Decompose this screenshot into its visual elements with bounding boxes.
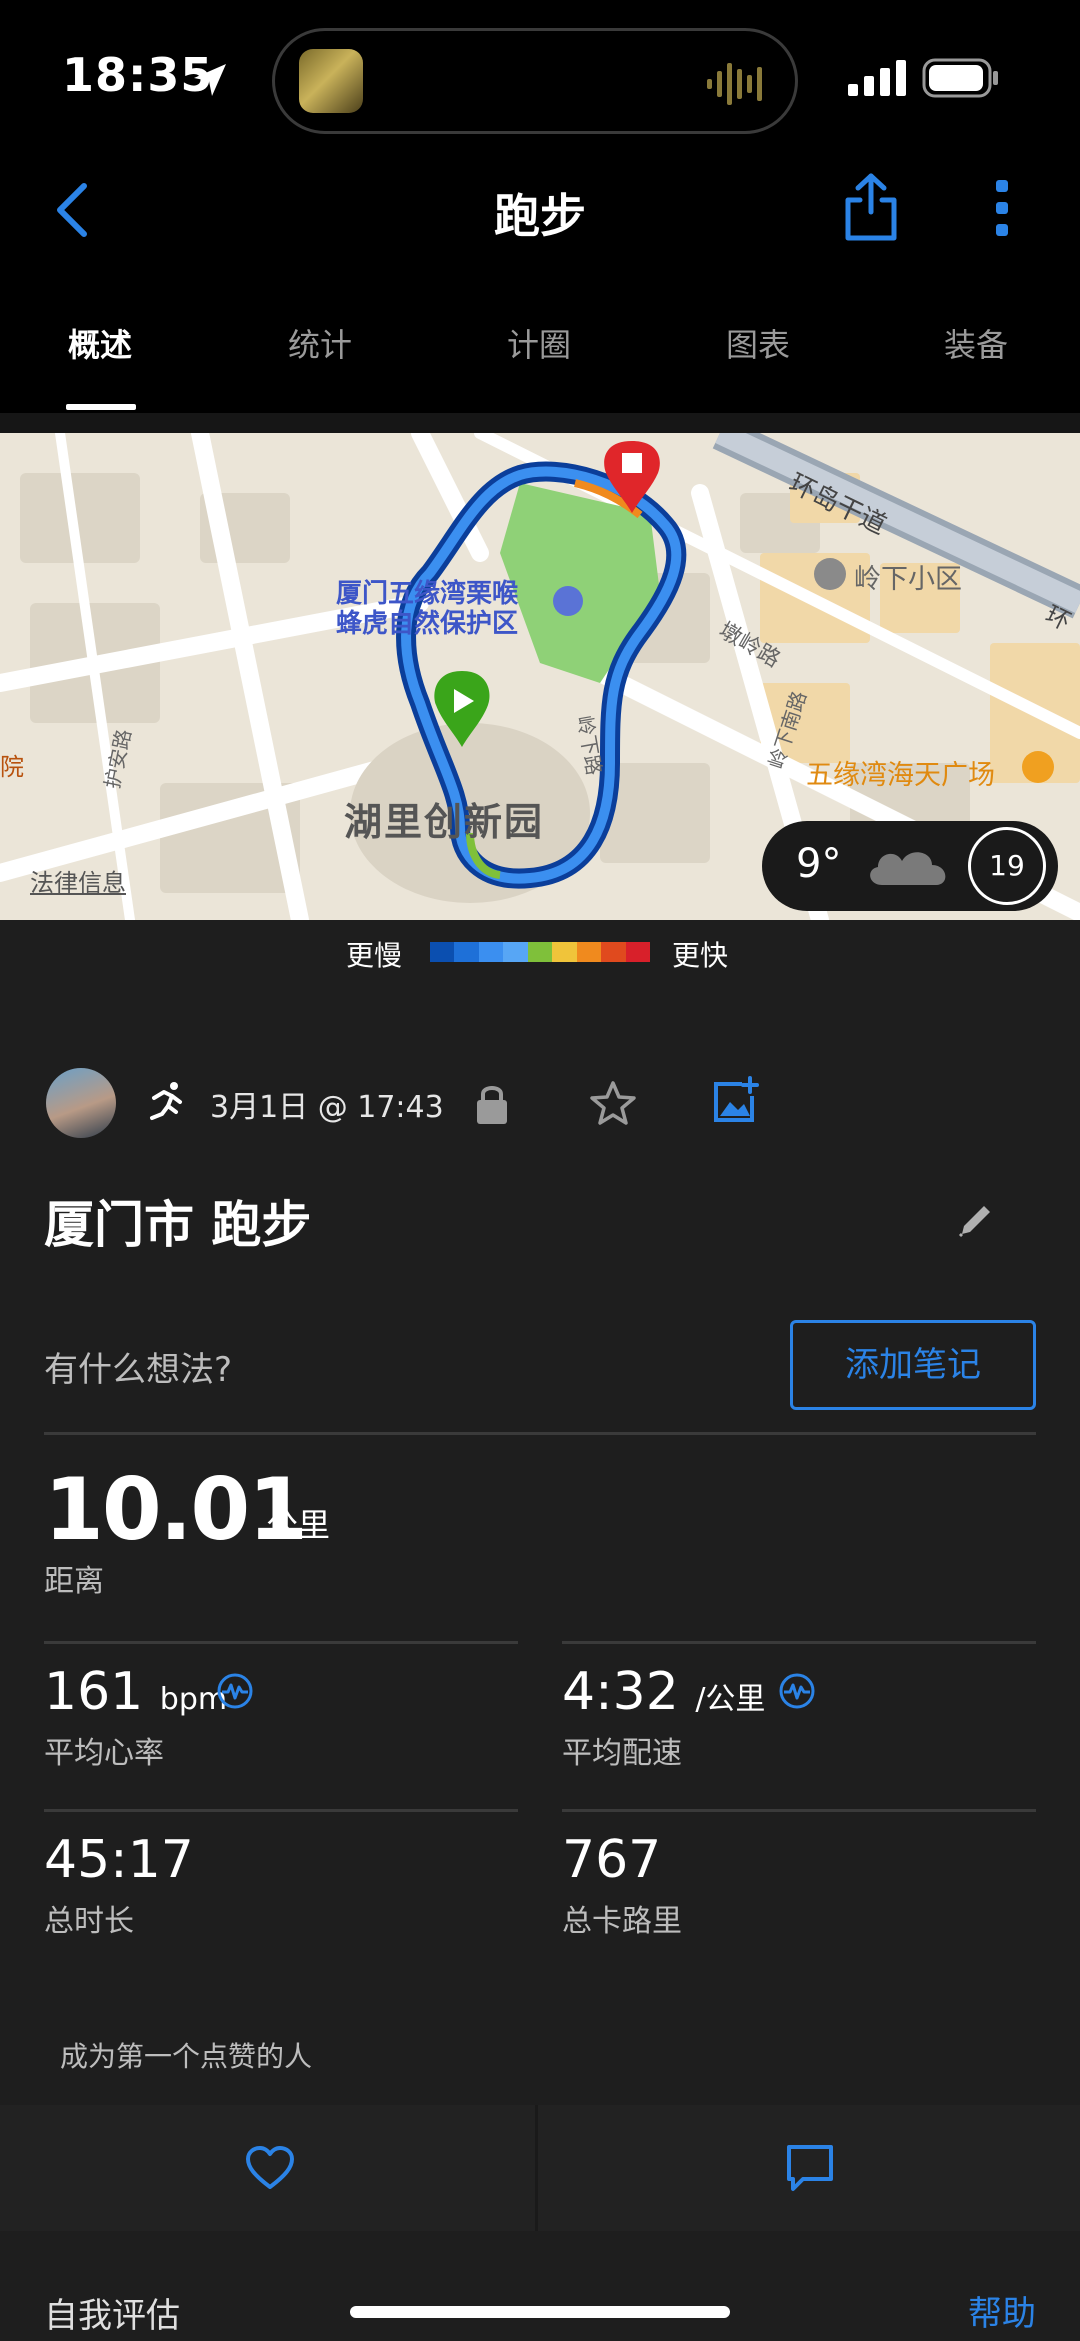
page-title: 跑步: [494, 189, 586, 243]
divider: [562, 1641, 1036, 1644]
activity-date: 3月1日 @ 17:43: [210, 1090, 444, 1125]
running-icon: [150, 1082, 182, 1120]
self-evaluation-heading: 自我评估: [44, 2296, 180, 2336]
legend-swatch: [454, 942, 479, 962]
map-label-park: 厦门五缘湾栗喉 蜂虎自然保护区: [336, 579, 519, 639]
share-icon[interactable]: [842, 172, 900, 242]
calories-label: 总卡路里: [562, 1904, 682, 1939]
tab-stats[interactable]: 统计: [288, 320, 352, 366]
legend-swatch: [430, 942, 455, 962]
now-playing-artwork: [299, 49, 363, 113]
pace-stat: 4:32 /公里: [562, 1662, 765, 1722]
pace-value: 4:32: [562, 1662, 679, 1722]
likes-text: 成为第一个点赞的人: [60, 2040, 313, 2073]
legal-info-link[interactable]: 法律信息: [30, 863, 126, 898]
legend-swatch: [601, 942, 626, 962]
heart-icon: [246, 2146, 294, 2189]
more-vertical-icon[interactable]: [994, 178, 1010, 238]
home-indicator[interactable]: [350, 2306, 730, 2318]
tab-gear[interactable]: 装备: [944, 320, 1008, 366]
tab-overview[interactable]: 概述: [68, 320, 132, 366]
battery-icon: [922, 58, 998, 98]
legend-swatch: [625, 942, 650, 962]
speed-legend: 更慢 更快: [0, 920, 1080, 990]
lock-icon[interactable]: [474, 1082, 510, 1126]
legend-fast-label: 更快: [672, 939, 729, 972]
comment-icon: [787, 2145, 833, 2191]
section-divider: [0, 413, 1080, 433]
legend-swatch: [478, 942, 504, 962]
legend-swatch: [527, 942, 553, 962]
map-label-district: 岭下小区: [854, 564, 962, 595]
divider: [44, 1432, 1036, 1435]
divider: [44, 1641, 518, 1644]
social-actions-bar: [0, 2105, 1080, 2231]
duration-label: 总时长: [44, 1904, 134, 1939]
weather-widget: 9° 19: [762, 821, 1058, 911]
legend-swatch: [503, 942, 528, 962]
add-note-button[interactable]: 添加笔记: [790, 1320, 1036, 1410]
map-label-area: 湖里创新园: [344, 800, 545, 844]
audio-waveform-icon: [707, 63, 762, 105]
add-photo-icon[interactable]: [712, 1076, 760, 1124]
heart-rate-stat: 161 bpm: [44, 1662, 227, 1722]
activity-title: 厦门市 跑步: [44, 1196, 312, 1254]
tab-laps[interactable]: 计圈: [507, 320, 571, 366]
like-button[interactable]: [0, 2105, 538, 2231]
legend-swatch: [576, 942, 602, 962]
heart-rate-value: 161: [44, 1662, 144, 1722]
legend-swatch: [552, 942, 577, 962]
cloud-icon: [870, 852, 946, 885]
avatar[interactable]: [46, 1068, 116, 1138]
calories-value: 767: [562, 1830, 662, 1890]
divider: [562, 1809, 1036, 1812]
legend-slow-label: 更慢: [346, 939, 403, 972]
heart-rate-sensor-icon[interactable]: [216, 1672, 254, 1710]
legend-color-bar: [430, 942, 650, 962]
dynamic-island[interactable]: [272, 28, 798, 134]
wind-gauge: 19: [968, 827, 1046, 905]
location-arrow-icon: [194, 64, 226, 96]
map-label-edge-left: 院: [0, 753, 24, 781]
pace-sensor-icon[interactable]: [778, 1672, 816, 1710]
pace-unit: /公里: [695, 1682, 766, 1717]
edit-pencil-icon[interactable]: [956, 1200, 996, 1240]
divider: [44, 1809, 518, 1812]
notes-prompt: 有什么想法?: [44, 1350, 233, 1390]
weather-temp: 9°: [796, 841, 842, 887]
route-map[interactable]: 厦门五缘湾栗喉 蜂虎自然保护区 湖里创新园 环岛干道 岭下小区 墩岭路 岭下路 …: [0, 433, 1080, 920]
map-label-mall: 五缘湾海天广场: [806, 760, 995, 791]
tab-bar: 概述 统计 计圈 图表 装备: [0, 280, 1080, 413]
active-tab-indicator: [66, 404, 136, 410]
pace-label: 平均配速: [562, 1736, 682, 1771]
comment-button[interactable]: [541, 2105, 1080, 2231]
cellular-signal-icon: [848, 60, 906, 96]
status-bar: 18:35: [0, 0, 1080, 150]
tab-charts[interactable]: 图表: [726, 320, 790, 366]
wind-speed: 19: [989, 849, 1025, 882]
top-navigation-bar: 跑步: [0, 150, 1080, 280]
distance-unit: 公里: [266, 1506, 331, 1544]
heart-rate-label: 平均心率: [44, 1736, 164, 1771]
help-link[interactable]: 帮助: [968, 2286, 1036, 2335]
activity-meta-row: 3月1日 @ 17:43: [0, 1060, 1080, 1150]
duration-value: 45:17: [44, 1830, 194, 1890]
star-icon[interactable]: [590, 1080, 636, 1126]
distance-label: 距离: [44, 1564, 104, 1599]
